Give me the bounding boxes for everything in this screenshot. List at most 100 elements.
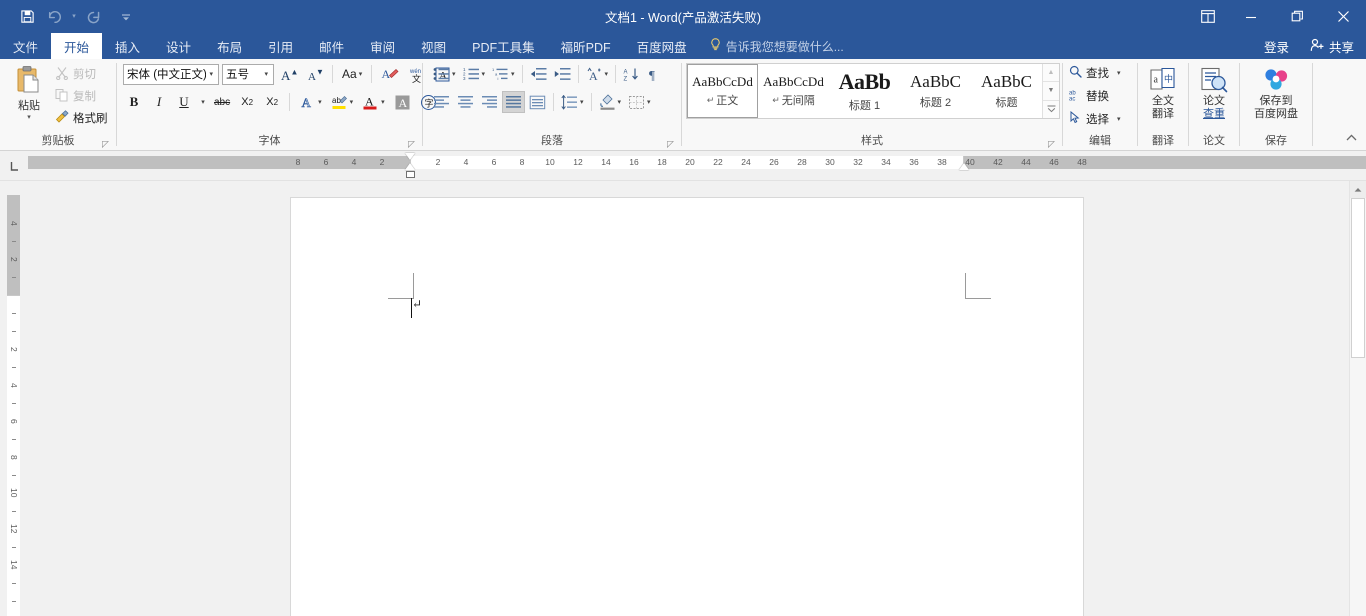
shading-button[interactable]: ▾ <box>596 91 625 113</box>
save-to-baidu-netdisk-button[interactable]: 保存到 百度网盘 <box>1240 62 1312 120</box>
line-spacing-button[interactable]: ▾ <box>558 91 587 113</box>
styles-dialog-launcher[interactable]: ◸ <box>1048 139 1059 150</box>
styles-scroll-down-button[interactable]: ▼ <box>1043 82 1059 100</box>
text-highlight-color-button[interactable]: ab ▾ <box>328 91 357 113</box>
share-button[interactable]: 共享 <box>1301 33 1366 59</box>
vertical-scrollbar[interactable] <box>1349 181 1366 616</box>
cut-button[interactable]: 剪切 <box>52 64 111 84</box>
sort-button[interactable]: A Z <box>620 63 643 85</box>
restore-button[interactable] <box>1274 0 1320 33</box>
document-page[interactable]: ↵ <box>291 198 1083 616</box>
find-dropdown-caret[interactable]: ▾ <box>1117 69 1121 77</box>
tab-review[interactable]: 审阅 <box>357 33 408 59</box>
style-title[interactable]: AaBbC 标题 <box>971 64 1042 118</box>
align-center-button[interactable] <box>454 91 477 113</box>
increase-indent-button[interactable] <box>551 63 574 85</box>
grow-font-button[interactable]: A ▲ <box>277 63 300 85</box>
multilevel-list-button[interactable]: 1 a i ▾ <box>489 63 518 85</box>
style-no-spacing[interactable]: AaBbCcDd ↵ 无间隔 <box>758 64 829 118</box>
paragraph-dialog-launcher[interactable]: ◸ <box>667 139 678 150</box>
align-left-button[interactable] <box>430 91 453 113</box>
right-indent-marker[interactable] <box>959 163 969 170</box>
clear-formatting-button[interactable]: A <box>378 63 402 85</box>
strikethrough-button[interactable]: abc <box>211 91 233 113</box>
redo-icon[interactable] <box>80 5 106 29</box>
ribbon-display-options-icon[interactable] <box>1188 0 1228 33</box>
styles-more-button[interactable] <box>1043 101 1059 118</box>
chevron-down-icon[interactable]: ▾ <box>206 70 216 78</box>
tab-layout[interactable]: 布局 <box>204 33 255 59</box>
minimize-button[interactable] <box>1228 0 1274 33</box>
first-line-indent-marker[interactable] <box>405 153 415 160</box>
change-case-button[interactable]: Aa▾ <box>339 63 365 85</box>
ruler-tick: 28 <box>794 156 810 169</box>
font-size-combo[interactable]: 五号 ▾ <box>222 64 274 85</box>
tab-file[interactable]: 文件 <box>0 33 51 59</box>
customize-qat-icon[interactable] <box>113 5 139 29</box>
style-normal[interactable]: AaBbCcDd ↵ 正文 <box>687 64 758 118</box>
replace-button[interactable]: ab ac 替换 <box>1069 85 1121 107</box>
hanging-indent-marker[interactable] <box>405 163 415 170</box>
copy-button[interactable]: 复制 <box>52 86 111 106</box>
text-effects-button[interactable]: A ▾ <box>296 91 325 113</box>
sign-in-link[interactable]: 登录 <box>1252 37 1301 56</box>
clipboard-dialog-launcher[interactable]: ◸ <box>102 139 113 150</box>
font-name-combo[interactable]: 宋体 (中文正文) ▾ <box>123 64 219 85</box>
tell-me-search[interactable]: 告诉我您想要做什么... <box>700 33 854 59</box>
left-indent-marker[interactable] <box>406 171 415 178</box>
superscript-button[interactable]: X2 <box>261 91 283 113</box>
close-button[interactable] <box>1320 0 1366 33</box>
tab-stop-selector[interactable] <box>0 151 28 181</box>
underline-button[interactable]: U <box>173 91 195 113</box>
distribute-button[interactable] <box>526 91 549 113</box>
tab-home[interactable]: 开始 <box>51 33 102 59</box>
format-painter-button[interactable]: 格式刷 <box>52 108 111 128</box>
character-shading-button[interactable]: A <box>391 91 414 113</box>
style-heading-1[interactable]: AaBb 标题 1 <box>829 64 900 118</box>
align-right-button[interactable] <box>478 91 501 113</box>
paste-dropdown-caret[interactable]: ▾ <box>27 114 31 121</box>
full-text-translate-button[interactable]: a 中 全文 翻译 <box>1138 62 1188 120</box>
italic-button[interactable]: I <box>148 91 170 113</box>
tab-insert[interactable]: 插入 <box>102 33 153 59</box>
font-color-button[interactable]: A ▾ <box>359 91 388 113</box>
thesis-check-button[interactable]: 论文 查重 <box>1189 62 1239 120</box>
numbering-button[interactable]: 1 2 3 ▾ <box>460 63 489 85</box>
tab-mailings[interactable]: 邮件 <box>306 33 357 59</box>
style-heading-2[interactable]: AaBbC 标题 2 <box>900 64 971 118</box>
chevron-down-icon[interactable]: ▾ <box>261 70 271 78</box>
scrollbar-thumb[interactable] <box>1351 198 1365 358</box>
save-icon[interactable] <box>14 5 40 29</box>
show-formatting-marks-button[interactable]: ¶ <box>644 63 666 85</box>
select-button[interactable]: 选择 ▾ <box>1069 108 1121 130</box>
ruler-track[interactable]: 8 6 4 2 2 4 6 8 10 12 14 16 18 20 22 24 … <box>28 151 1366 181</box>
bold-button[interactable]: B <box>123 91 145 113</box>
decrease-indent-button[interactable] <box>527 63 550 85</box>
scroll-up-button[interactable] <box>1350 181 1366 198</box>
tab-view[interactable]: 视图 <box>408 33 459 59</box>
tab-pdf-toolkit[interactable]: PDF工具集 <box>459 33 548 59</box>
undo-icon[interactable] <box>42 5 68 29</box>
tab-baidu-netdisk[interactable]: 百度网盘 <box>624 33 700 59</box>
styles-scroll-up-button[interactable]: ▲ <box>1043 64 1059 82</box>
select-dropdown-caret[interactable]: ▾ <box>1117 115 1121 123</box>
font-dialog-launcher[interactable]: ◸ <box>408 139 419 150</box>
vertical-ruler-track[interactable]: 4 2 2 4 6 8 10 12 14 <box>7 195 20 616</box>
underline-dropdown-caret[interactable]: ▾ <box>198 91 208 113</box>
bullets-button[interactable]: ▾ <box>430 63 459 85</box>
justify-button[interactable] <box>502 91 525 113</box>
find-button[interactable]: 查找 ▾ <box>1069 62 1121 84</box>
subscript-button[interactable]: X2 <box>236 91 258 113</box>
horizontal-ruler[interactable]: 8 6 4 2 2 4 6 8 10 12 14 16 18 20 22 24 … <box>0 151 1366 181</box>
borders-button[interactable]: ▾ <box>625 91 654 113</box>
tab-design[interactable]: 设计 <box>153 33 204 59</box>
tab-references[interactable]: 引用 <box>255 33 306 59</box>
shrink-font-button[interactable]: A ▼ <box>303 63 326 85</box>
tab-foxit-pdf[interactable]: 福昕PDF <box>548 33 624 59</box>
vertical-ruler[interactable]: 4 2 2 4 6 8 10 12 14 <box>0 181 28 616</box>
collapse-ribbon-button[interactable] <box>1342 130 1360 146</box>
document-canvas[interactable]: ↵ <box>28 181 1349 616</box>
asian-layout-button[interactable]: A ▾ <box>583 63 612 85</box>
undo-dropdown-caret[interactable]: ▾ <box>70 5 78 29</box>
paste-button[interactable]: 粘贴 ▾ <box>6 62 52 128</box>
